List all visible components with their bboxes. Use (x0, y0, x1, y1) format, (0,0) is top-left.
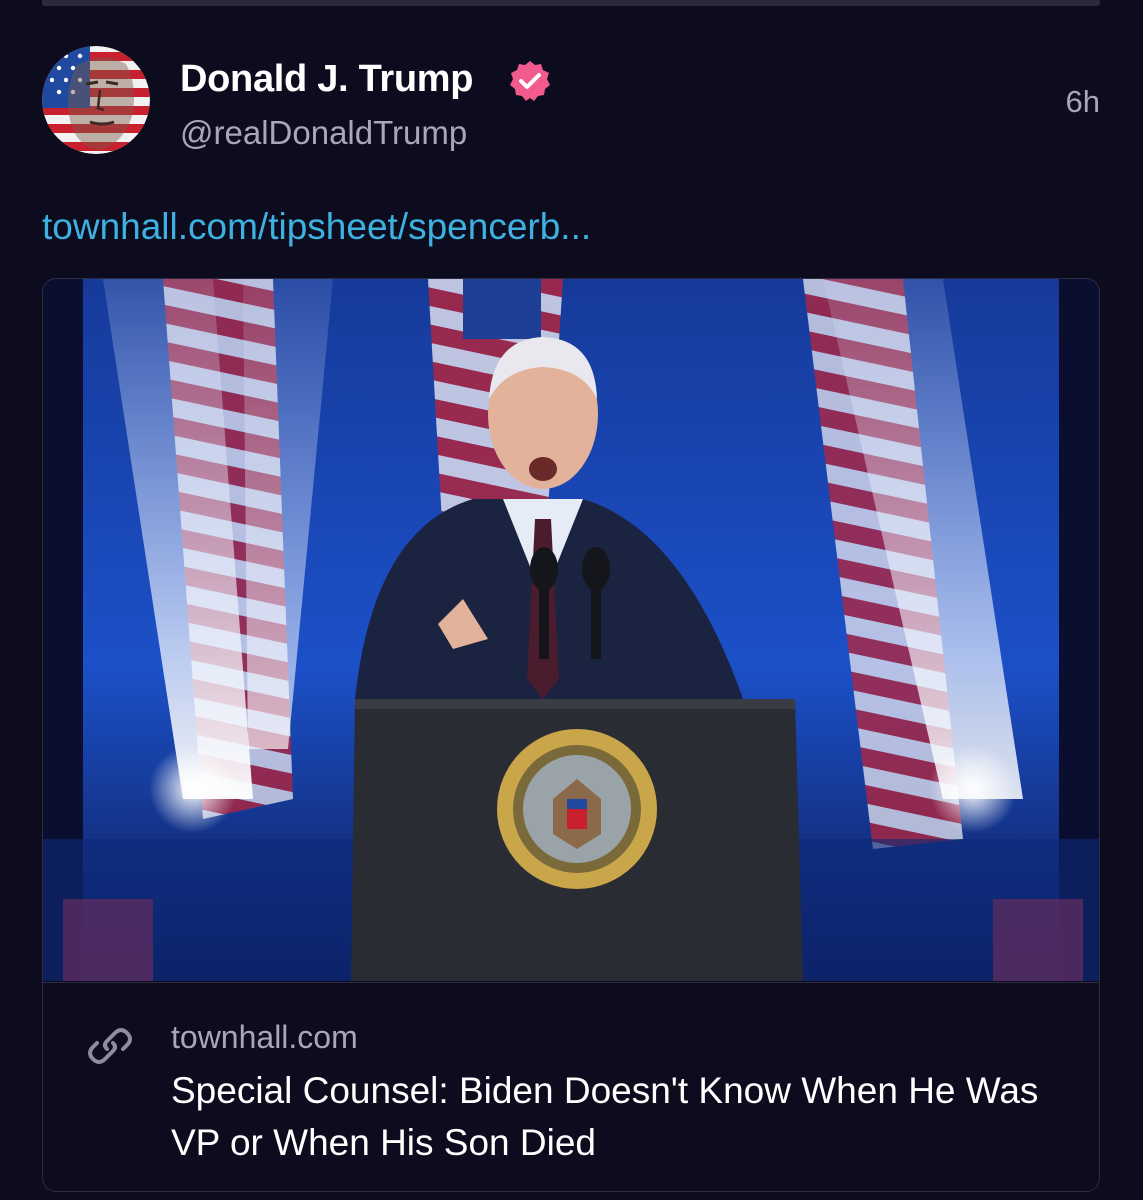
top-divider (42, 0, 1100, 6)
post-header: Donald J. Trump @realDonaldTrump 6h (42, 46, 1100, 158)
post: Donald J. Trump @realDonaldTrump 6h town… (42, 46, 1100, 1192)
author-name[interactable]: Donald J. Trump (180, 58, 474, 101)
author-handle[interactable]: @realDonaldTrump (180, 114, 467, 152)
card-footer: townhall.com Special Counsel: Biden Does… (43, 982, 1099, 1191)
post-link[interactable]: townhall.com/tipsheet/spencerb... (42, 206, 591, 248)
avatar-image (42, 46, 150, 154)
avatar[interactable] (42, 46, 150, 154)
timestamp[interactable]: 6h (1066, 84, 1100, 120)
card-title[interactable]: Special Counsel: Biden Doesn't Know When… (171, 1065, 1071, 1169)
verified-badge-icon (510, 61, 550, 101)
card-domain: townhall.com (171, 1019, 358, 1055)
card-image (43, 279, 1099, 981)
link-preview-card[interactable]: townhall.com Special Counsel: Biden Does… (42, 278, 1100, 1192)
link-chain-icon (88, 1028, 132, 1064)
